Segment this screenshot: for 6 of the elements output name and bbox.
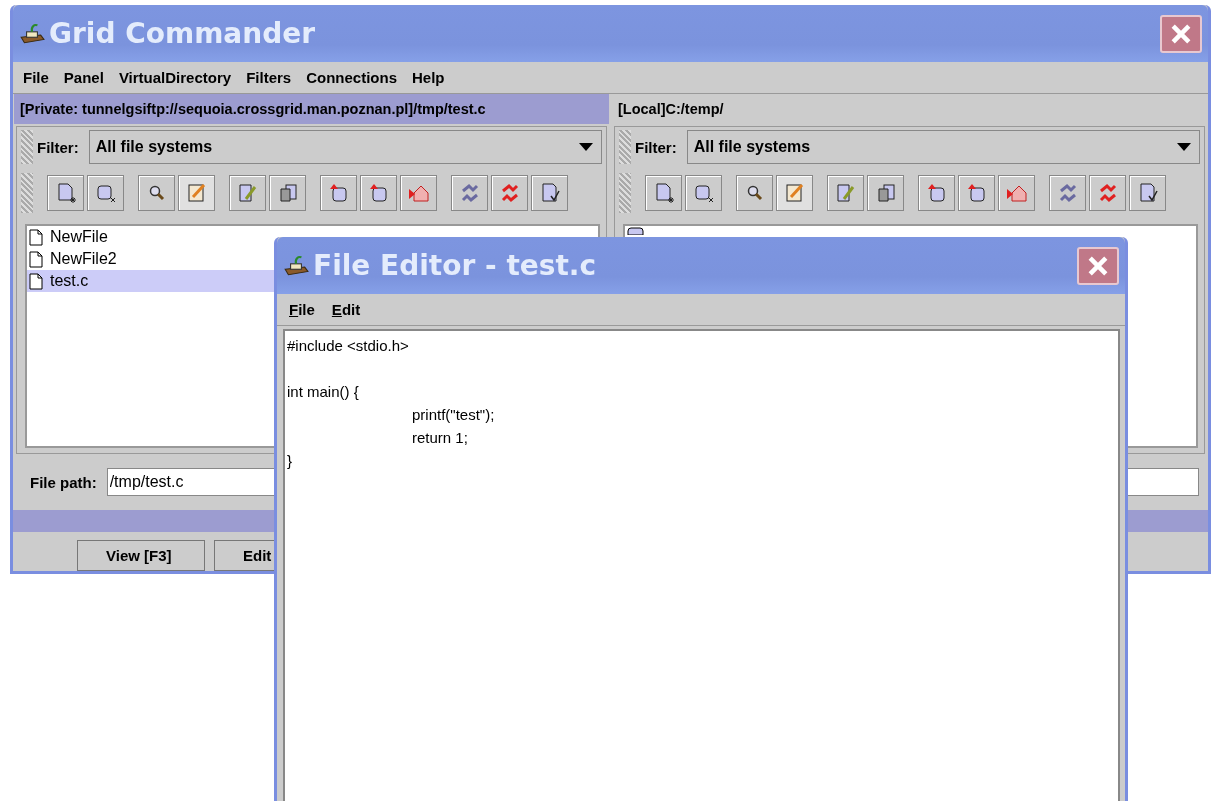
- window-title: Grid Commander: [49, 17, 316, 50]
- filter-label: Filter:: [635, 138, 677, 156]
- panel-path: [Private: tunnelgsiftp://sequoia.crossgrid.man.poznan.pl]/tmp/test.c: [14, 94, 609, 124]
- window-title: File Editor - test.c: [313, 249, 598, 282]
- file-path-label: File path:: [30, 473, 97, 491]
- filter-label: Filter:: [37, 138, 79, 156]
